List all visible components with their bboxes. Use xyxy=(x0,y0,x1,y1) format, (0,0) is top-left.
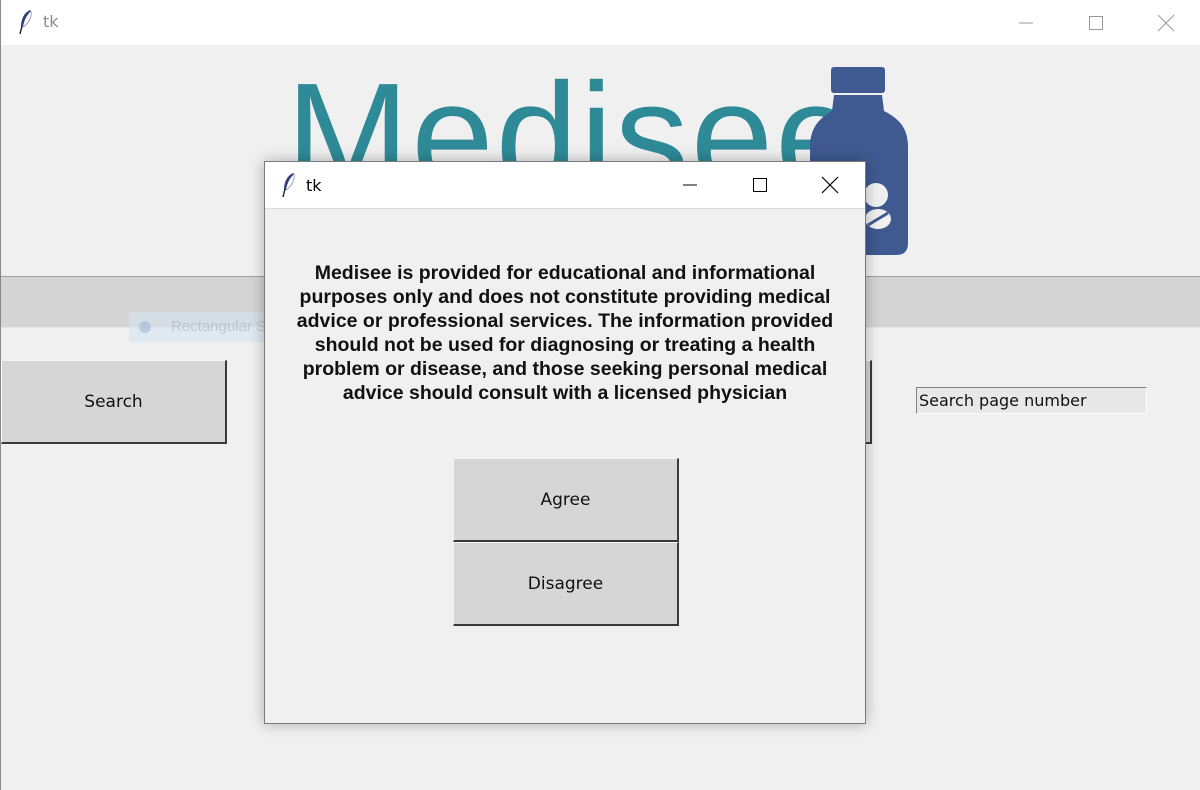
snip-ghost-overlay: Rectangular Snip xyxy=(129,312,286,342)
dialog-title: tk xyxy=(306,176,322,195)
search-button[interactable]: Search xyxy=(1,360,227,444)
dialog-close-button[interactable] xyxy=(795,162,865,207)
page-number-input[interactable]: Search page number xyxy=(916,387,1147,414)
window-title: tk xyxy=(43,12,59,31)
disclaimer-text: Medisee is provided for educational and … xyxy=(296,262,834,404)
close-button[interactable] xyxy=(1131,0,1200,45)
disclaimer-dialog: tk Medisee is provided for educational a… xyxy=(264,161,866,724)
maximize-icon xyxy=(1089,15,1103,30)
minimize-icon xyxy=(683,184,697,185)
dialog-minimize-button[interactable] xyxy=(655,162,725,207)
dialog-content: Medisee is provided for educational and … xyxy=(265,209,865,724)
minimize-icon xyxy=(1019,22,1033,23)
disagree-button[interactable]: Disagree xyxy=(453,542,679,626)
feather-icon xyxy=(282,173,295,198)
maximize-button[interactable] xyxy=(1061,0,1131,45)
dialog-titlebar: tk xyxy=(265,162,865,209)
close-icon xyxy=(821,176,839,193)
main-titlebar: tk xyxy=(1,0,1200,45)
maximize-icon xyxy=(753,177,767,192)
feather-icon xyxy=(19,10,32,35)
agree-button[interactable]: Agree xyxy=(453,458,679,542)
dialog-maximize-button[interactable] xyxy=(725,162,795,207)
snip-ghost-icon xyxy=(139,321,151,333)
close-icon xyxy=(1157,14,1175,31)
minimize-button[interactable] xyxy=(991,0,1061,45)
